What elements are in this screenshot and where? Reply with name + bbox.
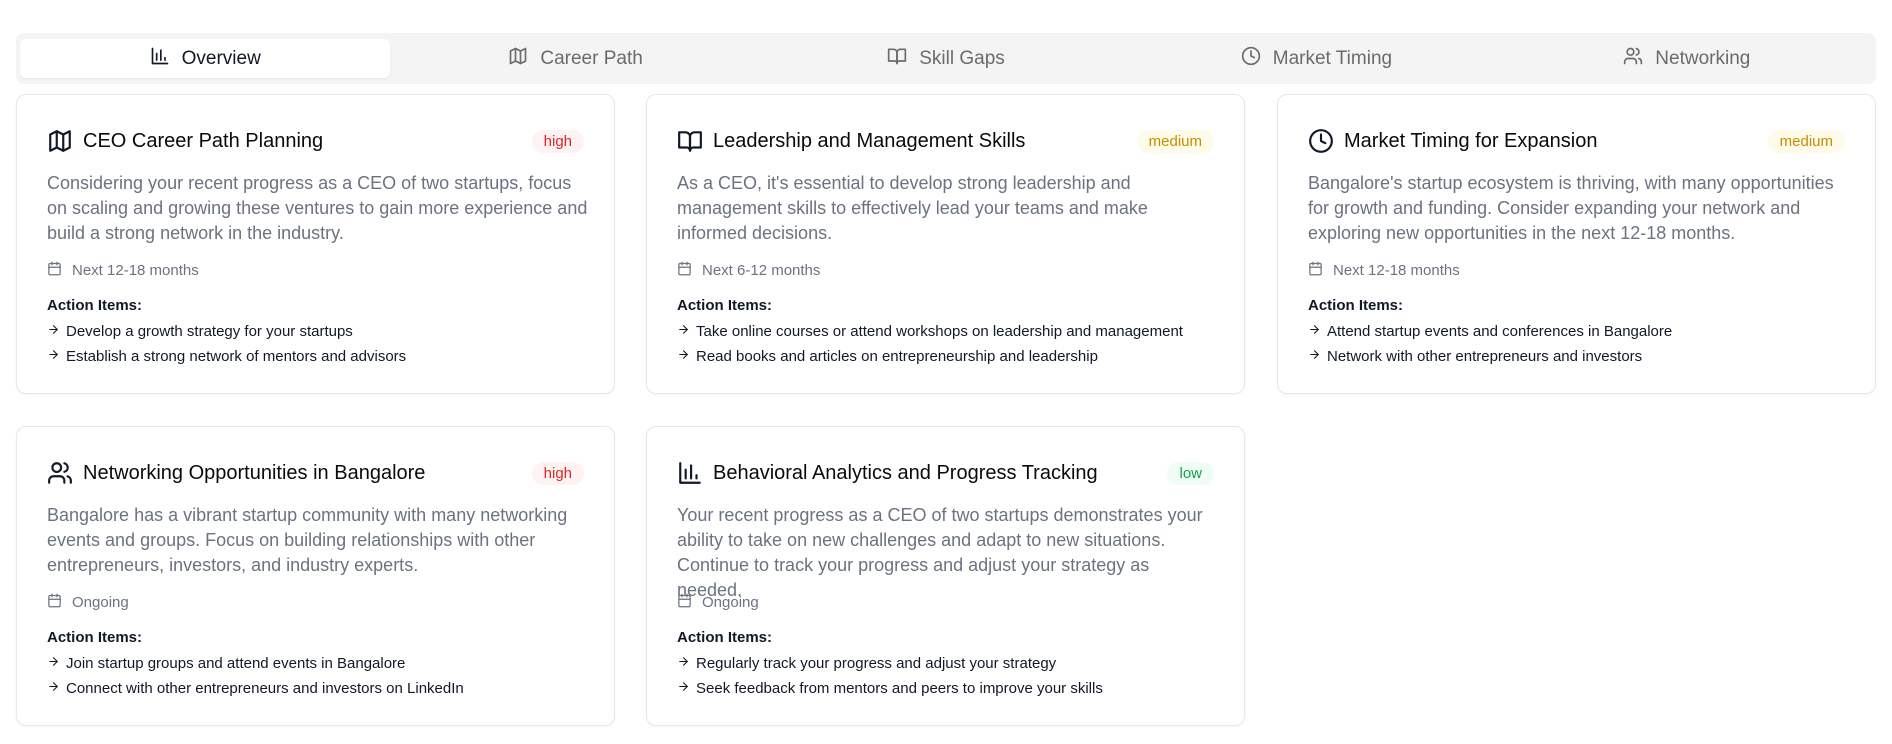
- timeline: Ongoing: [677, 593, 759, 612]
- map-icon: [47, 128, 73, 154]
- list-item: Read books and articles on entrepreneurs…: [677, 344, 1183, 369]
- clock-icon: [1241, 46, 1261, 72]
- book-open-icon: [887, 46, 907, 72]
- action-item-text: Read books and articles on entrepreneurs…: [696, 348, 1098, 365]
- card-description: Bangalore's startup ecosystem is thrivin…: [1308, 173, 1834, 243]
- users-icon: [47, 460, 73, 486]
- arrow-right-icon: [1308, 348, 1321, 365]
- action-item-text: Attend startup events and conferences in…: [1327, 323, 1673, 340]
- priority-badge: medium: [1767, 129, 1845, 153]
- timeline-text: Ongoing: [72, 594, 129, 611]
- tab-career-path[interactable]: Career Path: [390, 39, 760, 78]
- bar-chart-icon: [677, 460, 703, 486]
- tab-overview[interactable]: Overview: [20, 39, 391, 78]
- action-items-list: Join startup groups and attend events in…: [47, 651, 464, 701]
- action-items-label: Action Items:: [677, 297, 773, 314]
- action-item-text: Develop a growth strategy for your start…: [66, 323, 353, 340]
- arrow-right-icon: [47, 323, 60, 340]
- tab-label: Overview: [181, 47, 261, 69]
- tab-bar: Overview Career Path Skill Gaps Market T…: [16, 33, 1876, 84]
- calendar-icon: [677, 593, 692, 612]
- list-item: Network with other entrepreneurs and inv…: [1308, 344, 1672, 369]
- action-item-text: Connect with other entrepreneurs and inv…: [66, 680, 464, 697]
- arrow-right-icon: [677, 655, 690, 672]
- timeline-text: Next 6-12 months: [702, 262, 821, 279]
- card-description: Considering your recent progress as a CE…: [47, 173, 588, 243]
- calendar-icon: [1308, 261, 1323, 280]
- map-icon: [508, 46, 528, 72]
- action-item-text: Join startup groups and attend events in…: [66, 655, 406, 672]
- action-item-text: Regularly track your progress and adjust…: [696, 655, 1057, 672]
- calendar-icon: [677, 261, 692, 280]
- list-item: Regularly track your progress and adjust…: [677, 651, 1103, 676]
- list-item: Connect with other entrepreneurs and inv…: [47, 676, 464, 701]
- arrow-right-icon: [47, 655, 60, 672]
- list-item: Take online courses or attend workshops …: [677, 319, 1183, 344]
- card-description: Your recent progress as a CEO of two sta…: [677, 505, 1203, 600]
- list-item: Develop a growth strategy for your start…: [47, 319, 406, 344]
- priority-badge: high: [531, 461, 584, 485]
- list-item: Seek feedback from mentors and peers to …: [677, 676, 1103, 701]
- recommendation-card: Leadership and Management Skills medium …: [646, 94, 1245, 394]
- list-item: Establish a strong network of mentors an…: [47, 344, 406, 369]
- recommendation-card: Market Timing for Expansion medium Banga…: [1277, 94, 1876, 394]
- priority-badge: high: [531, 129, 584, 153]
- tab-label: Market Timing: [1272, 47, 1393, 69]
- arrow-right-icon: [677, 348, 690, 365]
- calendar-icon: [47, 261, 62, 280]
- card-description: Bangalore has a vibrant startup communit…: [47, 505, 568, 575]
- action-items-label: Action Items:: [47, 629, 143, 646]
- timeline-text: Next 12-18 months: [72, 262, 199, 279]
- arrow-right-icon: [47, 680, 60, 697]
- action-items-list: Take online courses or attend workshops …: [677, 319, 1183, 369]
- action-items-list: Develop a growth strategy for your start…: [47, 319, 406, 369]
- tab-label: Career Path: [540, 47, 643, 69]
- timeline: Next 6-12 months: [677, 261, 820, 280]
- timeline: Ongoing: [47, 593, 129, 612]
- book-open-icon: [677, 128, 703, 154]
- tab-label: Skill Gaps: [919, 47, 1005, 69]
- list-item: Attend startup events and conferences in…: [1308, 319, 1672, 344]
- arrow-right-icon: [677, 323, 690, 340]
- action-items-label: Action Items:: [47, 297, 143, 314]
- action-items-list: Attend startup events and conferences in…: [1308, 319, 1672, 369]
- recommendation-card: Behavioral Analytics and Progress Tracki…: [646, 426, 1245, 726]
- action-item-text: Seek feedback from mentors and peers to …: [696, 680, 1103, 697]
- card-title: Leadership and Management Skills: [713, 129, 1026, 152]
- calendar-icon: [47, 593, 62, 612]
- action-items-list: Regularly track your progress and adjust…: [677, 651, 1103, 701]
- arrow-right-icon: [47, 348, 60, 365]
- card-description: As a CEO, it's essential to develop stro…: [677, 173, 1148, 243]
- card-title: Market Timing for Expansion: [1344, 129, 1598, 152]
- recommendation-card: CEO Career Path Planning high Considerin…: [16, 94, 615, 394]
- users-icon: [1623, 46, 1643, 72]
- tab-label: Networking: [1655, 47, 1751, 69]
- arrow-right-icon: [677, 680, 690, 697]
- timeline: Next 12-18 months: [1308, 261, 1460, 280]
- action-item-text: Network with other entrepreneurs and inv…: [1327, 348, 1643, 365]
- action-item-text: Take online courses or attend workshops …: [696, 323, 1183, 340]
- recommendation-card: Networking Opportunities in Bangalore hi…: [16, 426, 615, 726]
- card-title: CEO Career Path Planning: [83, 129, 324, 152]
- bar-chart-icon: [150, 46, 170, 72]
- timeline-text: Next 12-18 months: [1333, 262, 1460, 279]
- action-item-text: Establish a strong network of mentors an…: [66, 348, 407, 365]
- tab-networking[interactable]: Networking: [1502, 39, 1872, 78]
- tab-skill-gaps[interactable]: Skill Gaps: [761, 39, 1131, 78]
- priority-badge: low: [1167, 461, 1214, 485]
- timeline-text: Ongoing: [702, 594, 759, 611]
- card-title: Behavioral Analytics and Progress Tracki…: [713, 461, 1098, 484]
- card-title: Networking Opportunities in Bangalore: [83, 461, 426, 484]
- timeline: Next 12-18 months: [47, 261, 199, 280]
- clock-icon: [1308, 128, 1334, 154]
- tab-market-timing[interactable]: Market Timing: [1131, 39, 1501, 78]
- arrow-right-icon: [1308, 323, 1321, 340]
- priority-badge: medium: [1136, 129, 1214, 153]
- list-item: Join startup groups and attend events in…: [47, 651, 464, 676]
- action-items-label: Action Items:: [1308, 297, 1404, 314]
- action-items-label: Action Items:: [677, 629, 773, 646]
